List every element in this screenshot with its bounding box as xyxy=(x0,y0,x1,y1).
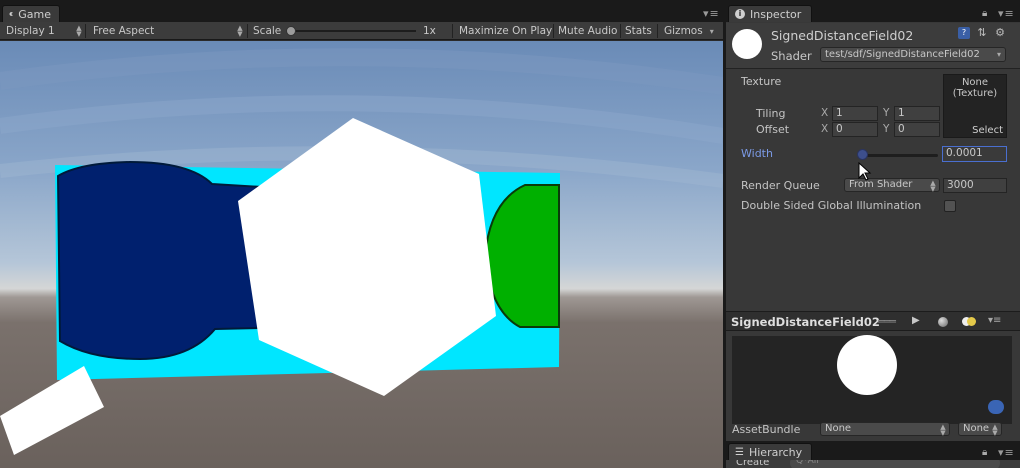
maximize-on-play-toggle[interactable]: Maximize On Play xyxy=(459,22,552,40)
scene-render xyxy=(0,48,723,455)
tab-inspector[interactable]: i Inspector xyxy=(728,5,812,22)
gizmos-label: Gizmos xyxy=(664,25,703,37)
hierarchy-toolbar: Create Q*All xyxy=(726,460,1020,468)
play-icon[interactable]: ▶ xyxy=(912,315,920,326)
create-dropdown[interactable]: Create xyxy=(736,460,769,468)
drag-handle-icon[interactable]: ═══ xyxy=(878,315,896,328)
offset-y-label: Y xyxy=(883,123,890,135)
assetbundle-dropdown[interactable]: None ▲ ▼ xyxy=(820,422,950,437)
offset-x-field[interactable]: 0 xyxy=(832,122,878,137)
scale-value: 1x xyxy=(423,25,436,37)
white-quad xyxy=(0,366,104,455)
updown-arrows-icon: ▲ ▼ xyxy=(940,423,946,437)
tab-hierarchy-label: Hierarchy xyxy=(748,445,803,459)
width-value-field[interactable]: 0.0001 xyxy=(942,146,1007,162)
material-preview-icon xyxy=(732,29,762,59)
updown-arrows-icon: ▲ ▼ xyxy=(930,179,936,193)
tiling-y-field[interactable]: 1 xyxy=(894,106,940,121)
assetbundle-value: None xyxy=(825,423,852,434)
hierarchy-tab-menu-icon[interactable]: ▾≡ xyxy=(998,446,1015,459)
assetbundle-variant-value: None xyxy=(963,423,990,434)
aspect-dropdown-label: Free Aspect xyxy=(93,25,155,37)
shader-label: Shader xyxy=(771,49,812,63)
inspector-tab-menu-icon[interactable]: ▾≡ xyxy=(998,7,1015,20)
preview-sphere xyxy=(837,335,897,395)
lock-icon[interactable]: 🔒︎ xyxy=(982,8,987,19)
inspector-panel: i Inspector 🔒︎ ▾≡ SignedDistanceField02 … xyxy=(726,0,1020,468)
tab-inspector-label: Inspector xyxy=(750,7,802,21)
pacman-game-icon xyxy=(9,12,13,16)
material-name: SignedDistanceField02 xyxy=(771,28,914,43)
mouse-cursor-icon xyxy=(858,162,872,181)
render-queue-field[interactable]: 3000 xyxy=(943,178,1007,193)
scale-label: Scale xyxy=(253,25,282,37)
info-icon: i xyxy=(735,9,745,19)
scale-slider-thumb[interactable] xyxy=(286,26,296,36)
texture-select-button[interactable]: Select xyxy=(970,125,1005,136)
offset-y-field[interactable]: 0 xyxy=(894,122,940,137)
mute-audio-toggle[interactable]: Mute Audio xyxy=(558,22,617,40)
sphere-mesh-icon[interactable] xyxy=(938,317,948,327)
material-header: SignedDistanceField02 Shader test/sdf/Si… xyxy=(726,23,1020,69)
hierarchy-search-input[interactable]: Q*All xyxy=(790,460,1000,468)
width-label: Width xyxy=(741,147,773,160)
tiling-label: Tiling xyxy=(756,107,786,120)
width-slider-thumb[interactable] xyxy=(857,149,868,160)
texture-type-text: (Texture) xyxy=(952,88,998,99)
preview-title: SignedDistanceField02 xyxy=(731,315,880,329)
tab-game-label: Game xyxy=(18,7,51,21)
texture-slot[interactable]: None (Texture) Select xyxy=(943,74,1007,138)
assetbundle-variant-dropdown[interactable]: None ▲ ▼ xyxy=(958,422,1002,437)
tag-icon[interactable] xyxy=(988,400,1004,414)
scale-slider-track[interactable] xyxy=(290,30,416,32)
updown-arrows-icon: ▲ ▼ xyxy=(76,24,82,38)
offset-x-label: X xyxy=(821,123,829,135)
sky-band xyxy=(0,48,723,95)
double-sided-gi-label: Double Sided Global Illumination xyxy=(741,199,922,212)
tab-game[interactable]: Game xyxy=(2,5,60,22)
sdf-navy-shape xyxy=(56,160,263,361)
game-tab-menu-icon[interactable]: ▾≡ xyxy=(703,7,720,20)
preset-icon[interactable]: ⇅ xyxy=(976,27,988,39)
texture-none-text: None xyxy=(961,77,989,88)
tiling-x-field[interactable]: 1 xyxy=(832,106,878,121)
preview-toolbar: SignedDistanceField02 ═══ ▶ ▾≡ xyxy=(726,311,1020,331)
lights-icon[interactable] xyxy=(962,317,976,327)
texture-none-label: None (Texture) xyxy=(944,77,1006,99)
shader-dropdown-value: test/sdf/SignedDistanceField02 xyxy=(825,49,980,60)
render-queue-label: Render Queue xyxy=(741,179,820,192)
chevron-down-icon: ▾ xyxy=(996,50,1001,59)
stats-toggle[interactable]: Stats xyxy=(625,22,652,40)
width-slider-track[interactable] xyxy=(862,154,938,157)
tab-hierarchy[interactable]: ☰ Hierarchy xyxy=(728,443,812,460)
gear-icon[interactable]: ⚙ xyxy=(994,27,1006,39)
gizmos-dropdown[interactable]: Gizmos ▾ xyxy=(664,22,714,40)
chevron-down-icon: ▾ xyxy=(709,26,714,36)
preview-menu-icon[interactable]: ▾≡ xyxy=(988,315,1001,326)
double-sided-gi-checkbox[interactable] xyxy=(944,200,956,212)
lock-icon[interactable]: 🔒︎ xyxy=(982,447,987,458)
updown-arrows-icon: ▲ ▼ xyxy=(992,423,998,437)
material-preview-area[interactable] xyxy=(732,335,1012,424)
tiling-y-label: Y xyxy=(883,107,890,119)
aspect-dropdown[interactable]: Free Aspect ▲ ▼ xyxy=(93,22,243,40)
tiling-x-label: X xyxy=(821,107,829,119)
game-toolbar: Display 1 ▲ ▼ Free Aspect ▲ ▼ Scale 1x Max… xyxy=(0,22,723,40)
game-viewport[interactable] xyxy=(0,41,723,468)
shader-dropdown[interactable]: test/sdf/SignedDistanceField02 ▾ xyxy=(820,47,1006,62)
help-book-icon[interactable]: ? xyxy=(958,27,970,39)
assetbundle-label: AssetBundle xyxy=(732,423,801,436)
inspector-tabstrip: i Inspector 🔒︎ ▾≡ xyxy=(726,0,1020,22)
game-panel: Game ▾≡ Display 1 ▲ ▼ Free Aspect ▲ ▼ Scal… xyxy=(0,0,723,468)
texture-label: Texture xyxy=(741,75,782,88)
list-icon: ☰ xyxy=(735,446,744,458)
display-dropdown-label: Display 1 xyxy=(6,25,55,37)
game-tabstrip: Game ▾≡ xyxy=(0,0,723,22)
updown-arrows-icon: ▲ ▼ xyxy=(237,24,243,38)
offset-label: Offset xyxy=(756,123,790,136)
display-dropdown[interactable]: Display 1 ▲ ▼ xyxy=(6,22,82,40)
